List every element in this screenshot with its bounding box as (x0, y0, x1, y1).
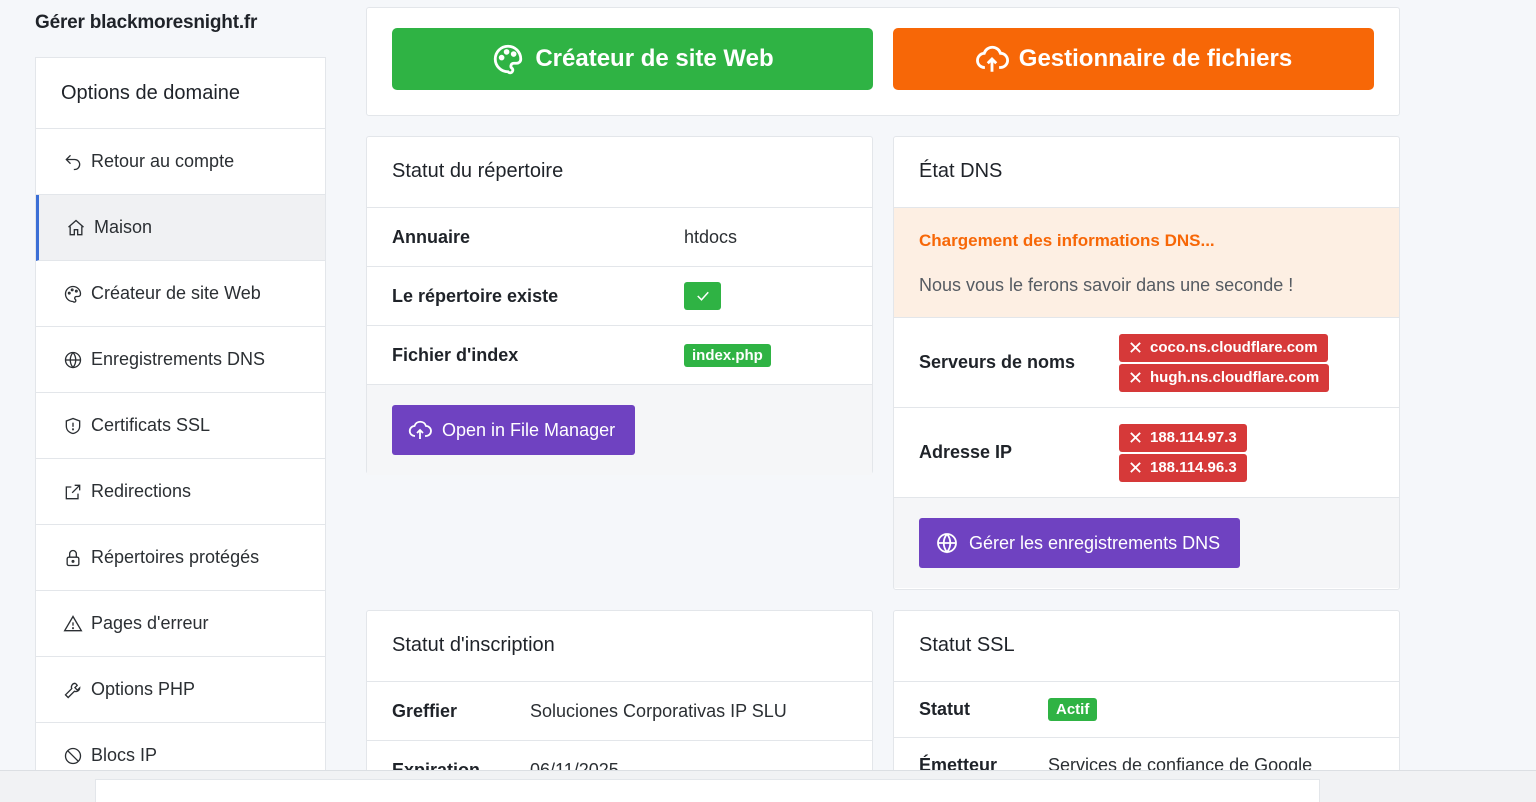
check-icon (684, 282, 721, 310)
nameserver-value: coco.ns.cloudflare.com (1150, 339, 1318, 356)
manage-dns-button[interactable]: Gérer les enregistrements DNS (919, 518, 1241, 568)
sidebar-item-label: Enregistrements DNS (91, 349, 266, 369)
palette-icon (63, 284, 83, 304)
directory-exists-row: Le répertoire existe (367, 267, 872, 326)
home-icon (66, 218, 86, 238)
ssl-status-label: Statut (919, 699, 970, 719)
index-file-label: Fichier d'index (392, 344, 519, 365)
ssl-status-row: Statut Actif (894, 682, 1399, 738)
ip-badge: 188.114.97.3 (1119, 423, 1247, 452)
nameservers-row: Serveurs de noms coco.ns.cloudflare.com … (894, 318, 1399, 408)
sidebar-item-php-options[interactable]: Options PHP (36, 657, 325, 723)
x-icon (1130, 342, 1141, 353)
sidebar-item-back-to-account[interactable]: Retour au compte (36, 129, 325, 195)
ip-address-row: Adresse IP 188.114.97.3 188.114.96.3 (894, 408, 1399, 498)
ip-address-label: Adresse IP (919, 442, 1013, 462)
sidebar-item-label: Certificats SSL (91, 415, 211, 435)
dns-alert-title: Chargement des informations DNS... (919, 231, 1215, 250)
back-arrow-icon (63, 152, 83, 172)
lock-icon (63, 548, 83, 568)
sidebar-item-label: Redirections (91, 481, 192, 501)
directory-value: htdocs (684, 226, 738, 247)
shield-icon (63, 416, 83, 436)
external-link-icon (63, 482, 83, 502)
palette-icon (494, 44, 523, 75)
sidebar-item-site-builder[interactable]: Créateur de site Web (36, 261, 325, 327)
ssl-status-badge: Actif (1048, 698, 1098, 721)
directory-status-card: Statut du répertoire Annuaire htdocs Le … (366, 136, 873, 475)
x-icon (1130, 432, 1141, 443)
nameservers-label: Serveurs de noms (919, 352, 1076, 372)
sidebar-item-label: Répertoires protégés (91, 547, 260, 567)
directory-label: Annuaire (392, 226, 471, 247)
sidebar-item-ssl-certificates[interactable]: Certificats SSL (36, 393, 325, 459)
page-title: Gérer blackmoresnight.fr (35, 12, 258, 33)
nameserver-value: hugh.ns.cloudflare.com (1150, 369, 1320, 386)
nameserver-badge: coco.ns.cloudflare.com (1119, 333, 1328, 362)
quick-actions-card: Créateur de site Web Gestionnaire de fic… (366, 7, 1400, 116)
registrar-label: Greffier (392, 700, 458, 721)
manage-dns-label: Gérer les enregistrements DNS (969, 532, 1221, 553)
sidebar-item-home[interactable]: Maison (36, 195, 325, 261)
file-manager-button[interactable]: Gestionnaire de fichiers (893, 28, 1374, 90)
dns-footer: Gérer les enregistrements DNS (894, 498, 1399, 588)
dns-status-card: État DNS Chargement des informations DNS… (893, 136, 1400, 590)
index-file-badge: index.php (684, 343, 771, 367)
directory-exists-label: Le répertoire existe (392, 285, 559, 306)
globe-icon (937, 533, 957, 554)
x-icon (1130, 372, 1141, 383)
dns-alert-message: Nous vous le ferons savoir dans une seco… (919, 275, 1294, 295)
x-icon (1130, 462, 1141, 473)
open-file-manager-button[interactable]: Open in File Manager (392, 405, 636, 455)
sidebar-item-label: Retour au compte (91, 151, 235, 171)
sidebar-title: Options de domaine (36, 58, 325, 129)
sidebar-item-error-pages[interactable]: Pages d'erreur (36, 591, 325, 657)
directory-row: Annuaire htdocs (367, 208, 872, 267)
index-file-row: Fichier d'index index.php (367, 326, 872, 385)
open-file-manager-label: Open in File Manager (442, 419, 616, 440)
ssl-status-title: Statut SSL (894, 611, 1399, 682)
registration-status-title: Statut d'inscription (367, 611, 872, 682)
wrench-icon (63, 680, 83, 700)
cloud-upload-icon (408, 420, 432, 439)
directory-status-title: Statut du répertoire (367, 137, 872, 208)
sidebar: Options de domaine Retour au compte Mais… (35, 57, 326, 797)
ip-value: 188.114.96.3 (1150, 459, 1237, 476)
cloud-upload-icon (975, 45, 1009, 72)
file-manager-label: Gestionnaire de fichiers (1018, 45, 1293, 72)
warning-icon (63, 614, 83, 634)
sidebar-item-label: Maison (94, 217, 153, 237)
sidebar-item-label: Blocs IP (91, 745, 158, 765)
sidebar-item-label: Créateur de site Web (91, 283, 261, 303)
block-icon (63, 746, 83, 766)
sidebar-item-redirects[interactable]: Redirections (36, 459, 325, 525)
ip-value: 188.114.97.3 (1150, 429, 1237, 446)
registrar-row: Greffier Soluciones Corporativas IP SLU (367, 682, 872, 741)
bottom-bar (0, 770, 1536, 802)
registrar-value: Soluciones Corporativas IP SLU (530, 700, 787, 721)
nameserver-badge: hugh.ns.cloudflare.com (1119, 363, 1330, 392)
site-builder-label: Créateur de site Web (535, 45, 774, 72)
registration-status-card: Statut d'inscription Greffier Soluciones… (366, 610, 873, 780)
sidebar-item-dns-records[interactable]: Enregistrements DNS (36, 327, 325, 393)
bottom-panel (95, 779, 1320, 802)
directory-footer: Open in File Manager (367, 385, 872, 475)
ssl-status-card: Statut SSL Statut Actif Émetteur Service… (893, 610, 1400, 780)
sidebar-item-label: Options PHP (91, 679, 196, 699)
dns-loading-alert: Chargement des informations DNS... Nous … (894, 208, 1399, 318)
globe-icon (63, 350, 83, 370)
ip-badge: 188.114.96.3 (1119, 453, 1247, 482)
dns-status-title: État DNS (894, 137, 1399, 208)
sidebar-item-protected-directories[interactable]: Répertoires protégés (36, 525, 325, 591)
sidebar-item-label: Pages d'erreur (91, 613, 209, 633)
site-builder-button[interactable]: Créateur de site Web (392, 28, 873, 90)
